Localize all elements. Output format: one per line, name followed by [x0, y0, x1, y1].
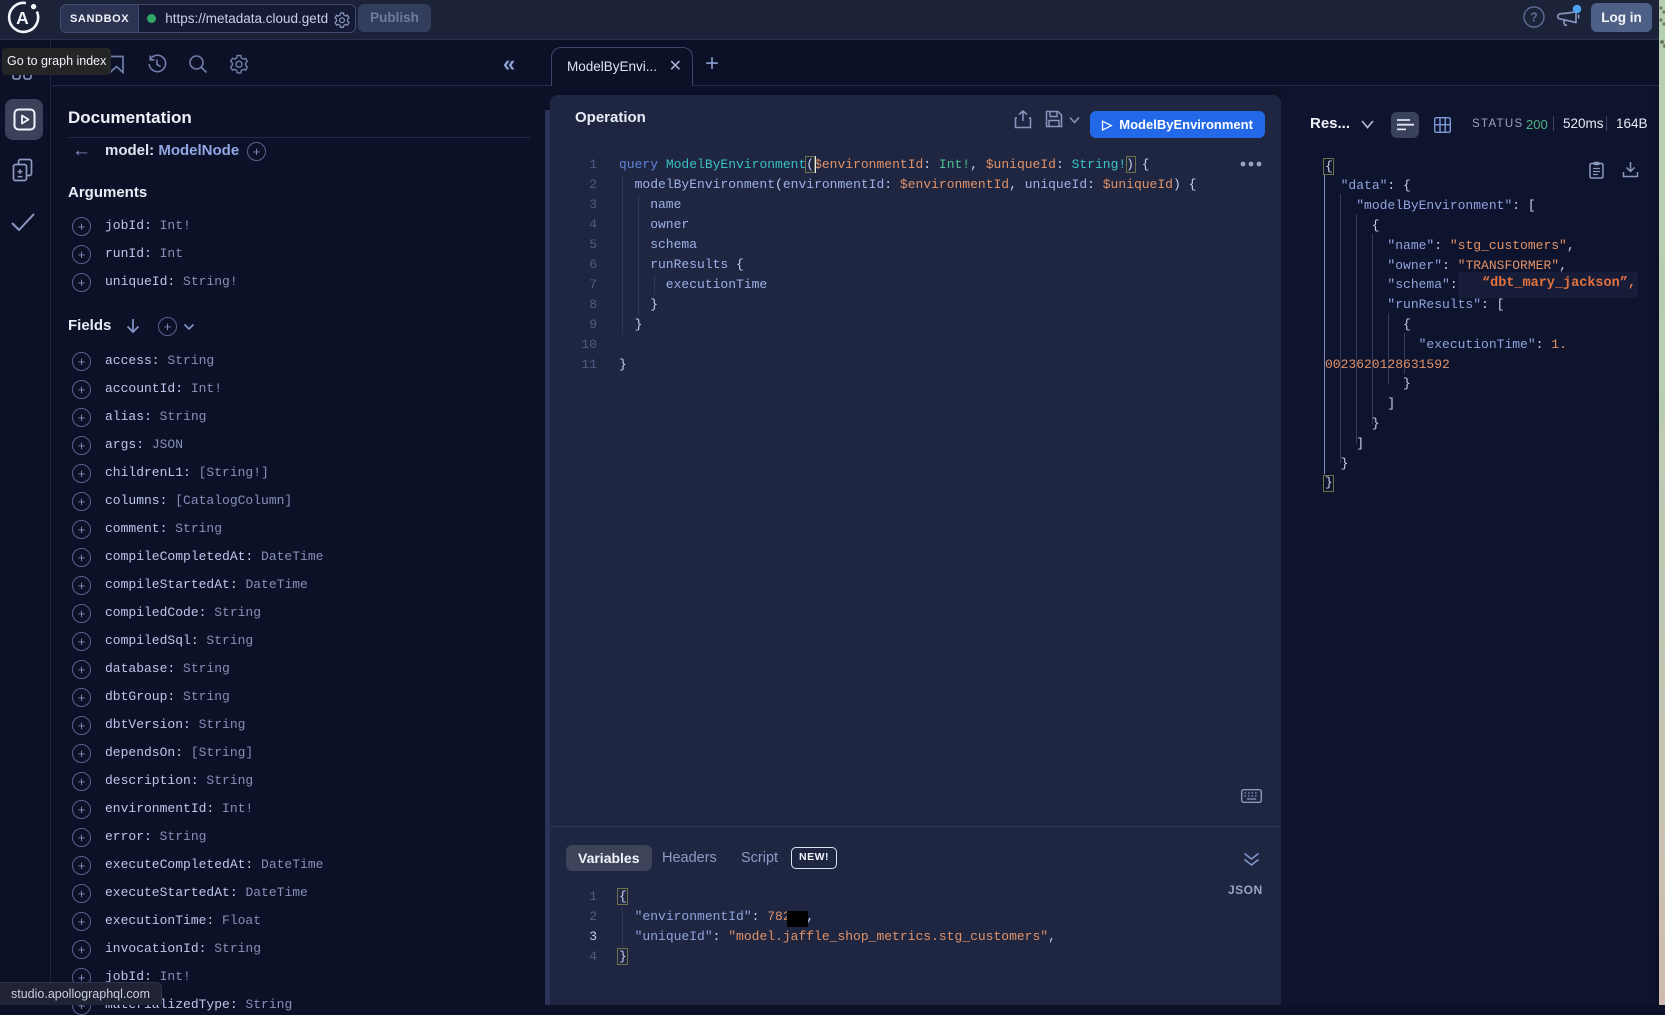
svg-text:?: ? — [1530, 11, 1538, 25]
svg-text:A: A — [16, 8, 29, 28]
